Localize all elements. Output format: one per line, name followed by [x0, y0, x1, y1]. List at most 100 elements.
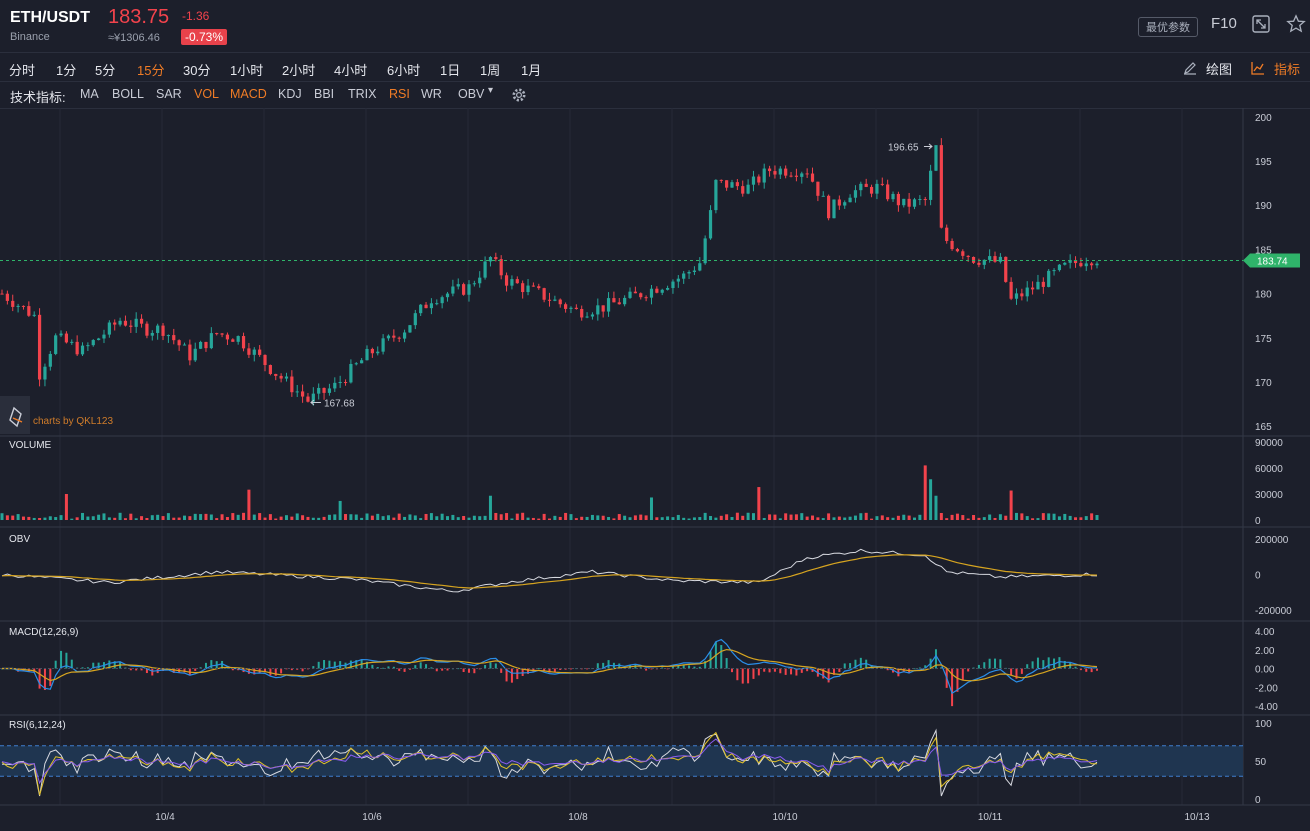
- timeframe-tab[interactable]: 6小时: [387, 60, 420, 79]
- candle-body: [794, 175, 799, 177]
- candle-body: [665, 288, 670, 290]
- volume-bar: [113, 517, 117, 520]
- candle-body: [789, 175, 793, 177]
- volume-bar: [714, 517, 718, 520]
- timeframe-tab[interactable]: 5分: [95, 60, 115, 79]
- candle-body: [386, 335, 391, 339]
- macd-histogram-bar: [484, 665, 487, 669]
- timeframe-tab[interactable]: 4小时: [334, 60, 367, 79]
- volume-y-tick: 90000: [1255, 438, 1283, 449]
- timeframe-tab[interactable]: 1日: [440, 60, 460, 79]
- candle-body: [671, 281, 675, 289]
- volume-bar: [902, 514, 906, 520]
- candle-body: [955, 249, 960, 252]
- volume-bar: [274, 518, 278, 520]
- chart-axes: 1651701751801851901952000300006000090000…: [155, 113, 1292, 823]
- timeframe-tab[interactable]: 1分: [56, 60, 76, 79]
- timeframe-tab-active[interactable]: 15分: [137, 60, 164, 79]
- volume-bar: [977, 517, 981, 520]
- symbol-label[interactable]: ETH/USDT: [10, 9, 90, 27]
- indicator-bbi[interactable]: BBI: [314, 87, 334, 101]
- candle-body: [86, 345, 90, 347]
- indicator-sar[interactable]: SAR: [156, 87, 182, 101]
- candle-body: [177, 340, 181, 346]
- indicator-macd[interactable]: MACD: [230, 87, 267, 101]
- candle-body: [199, 341, 203, 349]
- draw-button[interactable]: 绘图: [1206, 59, 1232, 78]
- chart-grid: [0, 108, 1310, 806]
- timeframe-tab[interactable]: 分时: [9, 60, 35, 79]
- candle-body: [370, 348, 374, 354]
- candle-body: [5, 293, 9, 301]
- macd-histogram-bar: [736, 668, 739, 681]
- macd-histogram-bar: [462, 668, 465, 672]
- indicator-ma[interactable]: MA: [80, 87, 99, 101]
- chart-area[interactable]: 1651701751801851901952000300006000090000…: [0, 108, 1310, 831]
- candle-body: [445, 293, 450, 298]
- volume-bar: [435, 516, 439, 520]
- indicator-obv[interactable]: OBV: [458, 87, 484, 101]
- volume-bar: [1009, 490, 1013, 520]
- candle-body: [950, 241, 954, 250]
- macd-histogram-bar: [790, 668, 793, 675]
- candle-body: [1047, 270, 1051, 287]
- macd-histogram-bar: [473, 668, 476, 674]
- volume-bar: [751, 513, 755, 520]
- indicator-boll[interactable]: BOLL: [112, 87, 144, 101]
- indicator-kdj[interactable]: KDJ: [278, 87, 302, 101]
- candle-body: [859, 183, 863, 191]
- candle-body: [327, 388, 332, 393]
- pencil-icon[interactable]: [1183, 61, 1197, 78]
- volume-bar: [741, 515, 745, 520]
- timeframe-tab[interactable]: 1月: [521, 60, 541, 79]
- macd-histogram-bar: [956, 668, 959, 692]
- volume-bar: [859, 513, 863, 520]
- candle-body: [687, 271, 691, 274]
- candle-body: [1036, 281, 1040, 290]
- best-params-button[interactable]: 最优参数: [1138, 17, 1198, 37]
- volume-bar: [719, 515, 723, 520]
- chart-line-icon[interactable]: [1251, 61, 1265, 78]
- candle-body: [338, 382, 342, 384]
- candle-body: [1079, 263, 1083, 267]
- chevron-down-icon[interactable]: ▾: [488, 85, 493, 96]
- fullscreen-icon[interactable]: [1252, 15, 1270, 36]
- timeframe-tab[interactable]: 1小时: [230, 60, 263, 79]
- volume-bar: [403, 516, 407, 520]
- candle-body: [306, 396, 310, 402]
- price-y-tick: 170: [1255, 378, 1272, 389]
- macd-histogram-bar: [731, 668, 733, 673]
- volume-bar: [284, 515, 288, 520]
- volume-bar: [360, 517, 364, 520]
- price-cny: ≈¥1306.46: [108, 32, 160, 44]
- candle-body: [741, 186, 745, 194]
- timeframe-tab[interactable]: 30分: [183, 60, 210, 79]
- candle-body: [499, 259, 503, 276]
- candle-body: [606, 298, 611, 312]
- indicator-vol[interactable]: VOL: [194, 87, 219, 101]
- candle-body: [182, 344, 187, 346]
- indicator-trix[interactable]: TRIX: [348, 87, 376, 101]
- timeframe-tab[interactable]: 1周: [480, 60, 500, 79]
- gear-icon[interactable]: [511, 87, 527, 106]
- timeframe-tab[interactable]: 2小时: [282, 60, 315, 79]
- candle-body: [875, 183, 879, 194]
- candle-body: [526, 285, 530, 293]
- indicator-button[interactable]: 指标: [1274, 59, 1300, 78]
- volume-bar: [1014, 512, 1018, 520]
- volume-bar: [505, 513, 509, 520]
- candle-body: [343, 382, 348, 384]
- candle-body: [886, 184, 890, 200]
- macd-histogram-bar: [323, 660, 326, 669]
- candle-body: [585, 316, 589, 318]
- candle-body: [360, 360, 364, 364]
- f10-button[interactable]: F10: [1211, 15, 1237, 32]
- volume-bar: [623, 515, 627, 520]
- star-icon[interactable]: [1286, 14, 1306, 37]
- low-marker-label: 167.68: [324, 398, 355, 409]
- indicator-wr[interactable]: WR: [421, 87, 442, 101]
- indicator-rsi[interactable]: RSI: [389, 87, 410, 101]
- candle-body: [435, 303, 439, 305]
- candle-body: [521, 283, 525, 293]
- macd-histogram-bar: [961, 668, 964, 681]
